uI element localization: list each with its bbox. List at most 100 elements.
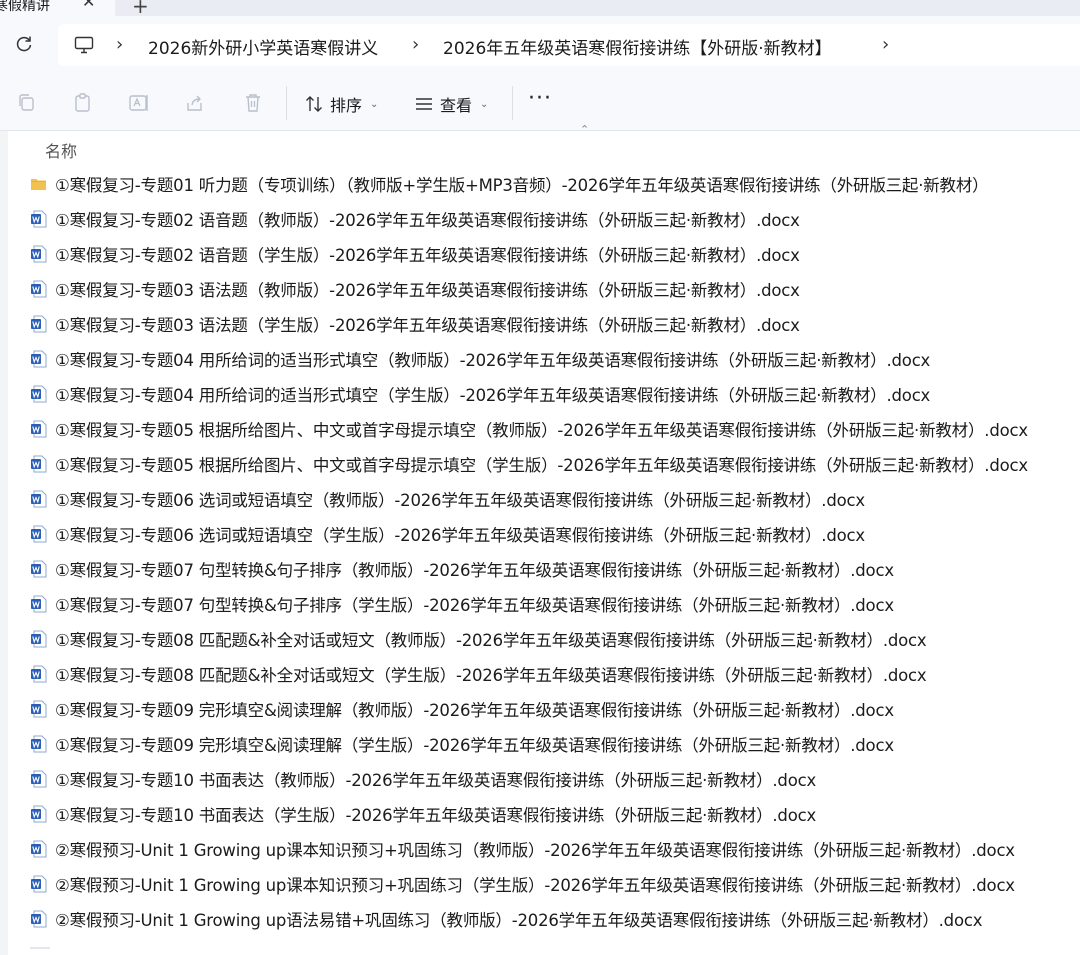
address-row: › 2026新外研小学英语寒假讲义 › 2026年五年级英语寒假衔接讲练【外研版… [0,16,1080,74]
view-lines-icon [416,98,432,110]
chevron-down-icon: ⌄ [370,98,379,110]
word-document-icon [31,490,47,508]
word-document-icon [31,350,47,368]
word-document-icon [31,455,47,473]
list-item[interactable]: ①寒假复习-专题02 语音题（教师版）-2026学年五年级英语寒假衔接讲练（外研… [30,204,800,234]
file-name: ①寒假复习-专题04 用所给词的适当形式填空（学生版）-2026学年五年级英语寒… [55,386,931,405]
list-item[interactable]: ①寒假复习-专题08 匹配题&补全对话或短文（学生版）-2026学年五年级英语寒… [30,659,927,689]
close-icon[interactable]: ✕ [82,0,95,11]
list-item[interactable]: ①寒假复习-专题09 完形填空&阅读理解（教师版）-2026学年五年级英语寒假衔… [30,694,894,724]
list-item[interactable]: ①寒假复习-专题08 匹配题&补全对话或短文（教师版）-2026学年五年级英语寒… [30,624,927,654]
view-label: 查看 [440,96,473,115]
toolbar-divider [512,86,513,120]
file-name: ①寒假复习-专题02 语音题（学生版）-2026学年五年级英语寒假衔接讲练（外研… [55,246,800,265]
this-pc-icon[interactable] [74,36,94,54]
list-item[interactable]: ①寒假复习-专题06 选词或短语填空（教师版）-2026学年五年级英语寒假衔接讲… [30,484,865,514]
list-item[interactable]: ①寒假复习-专题04 用所给词的适当形式填空（学生版）-2026学年五年级英语寒… [30,379,930,409]
toolbar-divider [286,86,287,120]
list-item[interactable]: ①寒假复习-专题04 用所给词的适当形式填空（教师版）-2026学年五年级英语寒… [30,344,930,374]
tab-title: 寒假精讲 [0,0,50,14]
list-item[interactable]: ①寒假复习-专题10 书面表达（学生版）-2026学年五年级英语寒假衔接讲练（外… [30,799,816,829]
sort-icon [306,96,322,112]
list-item[interactable]: ①寒假复习-专题06 选词或短语填空（学生版）-2026学年五年级英语寒假衔接讲… [30,519,865,549]
word-document-icon [31,840,47,858]
file-name: ①寒假复习-专题03 语法题（教师版）-2026学年五年级英语寒假衔接讲练（外研… [55,281,800,300]
word-document-icon [31,700,47,718]
file-name: ①寒假复习-专题07 句型转换&句子排序（学生版）-2026学年五年级英语寒假衔… [55,596,894,615]
list-item[interactable]: ①寒假复习-专题10 书面表达（教师版）-2026学年五年级英语寒假衔接讲练（外… [30,764,816,794]
breadcrumb-item-1[interactable]: 2026新外研小学英语寒假讲义 [148,34,378,59]
word-document-icon [31,630,47,648]
more-options-icon[interactable]: ··· [528,86,552,111]
tab-strip: 寒假精讲 ✕ + [0,0,1080,16]
list-item[interactable]: ①寒假复习-专题09 完形填空&阅读理解（学生版）-2026学年五年级英语寒假衔… [30,729,894,759]
word-document-icon [31,420,47,438]
word-document-icon [31,245,47,263]
word-document-icon [31,770,47,788]
file-name: ①寒假复习-专题08 匹配题&补全对话或短文（教师版）-2026学年五年级英语寒… [55,631,927,650]
sort-label: 排序 [330,96,363,115]
column-header-name[interactable]: 名称 [45,138,77,162]
list-item[interactable]: ①寒假复习-专题05 根据所给图片、中文或首字母提示填空（教师版）-2026学年… [30,414,1028,444]
list-item[interactable]: ①寒假复习-专题05 根据所给图片、中文或首字母提示填空（学生版）-2026学年… [30,449,1028,479]
paste-icon[interactable] [72,92,94,114]
file-name: ①寒假复习-专题08 匹配题&补全对话或短文（学生版）-2026学年五年级英语寒… [55,666,927,685]
file-name: ①寒假复习-专题07 句型转换&句子排序（教师版）-2026学年五年级英语寒假衔… [55,561,894,580]
list-item[interactable]: ①寒假复习-专题07 句型转换&句子排序（教师版）-2026学年五年级英语寒假衔… [30,554,894,584]
file-name: ②寒假预习-Unit 1 Growing up课本知识预习+巩固练习（学生版）-… [55,876,1015,895]
file-name: ①寒假复习-专题01 听力题（专项训练）（教师版+学生版+MP3音频）-2026… [55,176,989,195]
breadcrumb-separator[interactable]: › [412,34,419,55]
list-item[interactable]: ①寒假复习-专题01 听力题（专项训练）（教师版+学生版+MP3音频）-2026… [30,169,989,199]
word-document-icon [31,385,47,403]
word-document-icon [31,595,47,613]
file-name: ①寒假复习-专题05 根据所给图片、中文或首字母提示填空（学生版）-2026学年… [55,456,1028,475]
folder-icon [31,179,46,190]
list-item[interactable]: ②寒假预习-Unit 1 Growing up语法易错+巩固练习（教师版）-20… [30,904,982,934]
file-list-pane: ⌃ 名称 ①寒假复习-专题01 听力题（专项训练）（教师版+学生版+MP3音频）… [0,123,1080,955]
list-scroll-edge [30,947,50,949]
file-name: ①寒假复习-专题10 书面表达（教师版）-2026学年五年级英语寒假衔接讲练（外… [55,771,817,790]
chevron-down-icon: ⌄ [480,98,489,110]
word-document-icon [31,280,47,298]
list-item[interactable]: ②寒假预习-Unit 1 Growing up课本知识预习+巩固练习（教师版）-… [30,834,1015,864]
breadcrumb-item-2[interactable]: 2026年五年级英语寒假衔接讲练【外研版·新教材】 [443,34,832,59]
file-name: ①寒假复习-专题09 完形填空&阅读理解（教师版）-2026学年五年级英语寒假衔… [55,701,894,720]
list-item[interactable]: ①寒假复习-专题02 语音题（学生版）-2026学年五年级英语寒假衔接讲练（外研… [30,239,800,269]
word-document-icon [31,315,47,333]
tab-current[interactable]: 寒假精讲 ✕ [0,0,115,16]
rename-icon[interactable] [128,92,150,114]
file-name: ①寒假复习-专题03 语法题（学生版）-2026学年五年级英语寒假衔接讲练（外研… [55,316,800,335]
word-document-icon [31,735,47,753]
breadcrumb-separator[interactable]: › [116,34,123,55]
word-document-icon [31,875,47,893]
file-name: ②寒假预习-Unit 1 Growing up语法易错+巩固练习（教师版）-20… [55,911,983,930]
file-name: ①寒假复习-专题06 选词或短语填空（学生版）-2026学年五年级英语寒假衔接讲… [55,526,865,545]
address-bar[interactable]: › 2026新外研小学英语寒假讲义 › 2026年五年级英语寒假衔接讲练【外研版… [58,24,1080,66]
word-document-icon [31,910,47,928]
file-name: ①寒假复习-专题04 用所给词的适当形式填空（教师版）-2026学年五年级英语寒… [55,351,931,370]
view-button[interactable]: 查看 ⌄ [414,92,488,116]
share-icon[interactable] [184,92,206,114]
file-name: ①寒假复习-专题06 选词或短语填空（教师版）-2026学年五年级英语寒假衔接讲… [55,491,865,510]
word-document-icon [31,210,47,228]
word-document-icon [31,525,47,543]
word-document-icon [31,805,47,823]
new-tab-icon[interactable]: + [132,0,149,16]
breadcrumb-separator[interactable]: › [882,34,889,55]
refresh-icon[interactable] [14,34,34,54]
file-name: ①寒假复习-专题02 语音题（教师版）-2026学年五年级英语寒假衔接讲练（外研… [55,211,800,230]
sort-indicator-icon: ⌃ [580,123,590,136]
pane-edge [0,131,8,955]
file-name: ①寒假复习-专题05 根据所给图片、中文或首字母提示填空（教师版）-2026学年… [55,421,1028,440]
list-item[interactable]: ②寒假预习-Unit 1 Growing up课本知识预习+巩固练习（学生版）-… [30,869,1015,899]
file-name: ①寒假复习-专题09 完形填空&阅读理解（学生版）-2026学年五年级英语寒假衔… [55,736,894,755]
list-item[interactable]: ①寒假复习-专题07 句型转换&句子排序（学生版）-2026学年五年级英语寒假衔… [30,589,894,619]
file-name: ①寒假复习-专题10 书面表达（学生版）-2026学年五年级英语寒假衔接讲练（外… [55,806,817,825]
word-document-icon [31,665,47,683]
list-item[interactable]: ①寒假复习-专题03 语法题（学生版）-2026学年五年级英语寒假衔接讲练（外研… [30,309,800,339]
delete-icon[interactable] [242,92,264,114]
list-item[interactable]: ①寒假复习-专题03 语法题（教师版）-2026学年五年级英语寒假衔接讲练（外研… [30,274,800,304]
word-document-icon [31,560,47,578]
sort-button[interactable]: 排序 ⌄ [304,92,378,116]
copy-icon[interactable] [16,92,38,114]
